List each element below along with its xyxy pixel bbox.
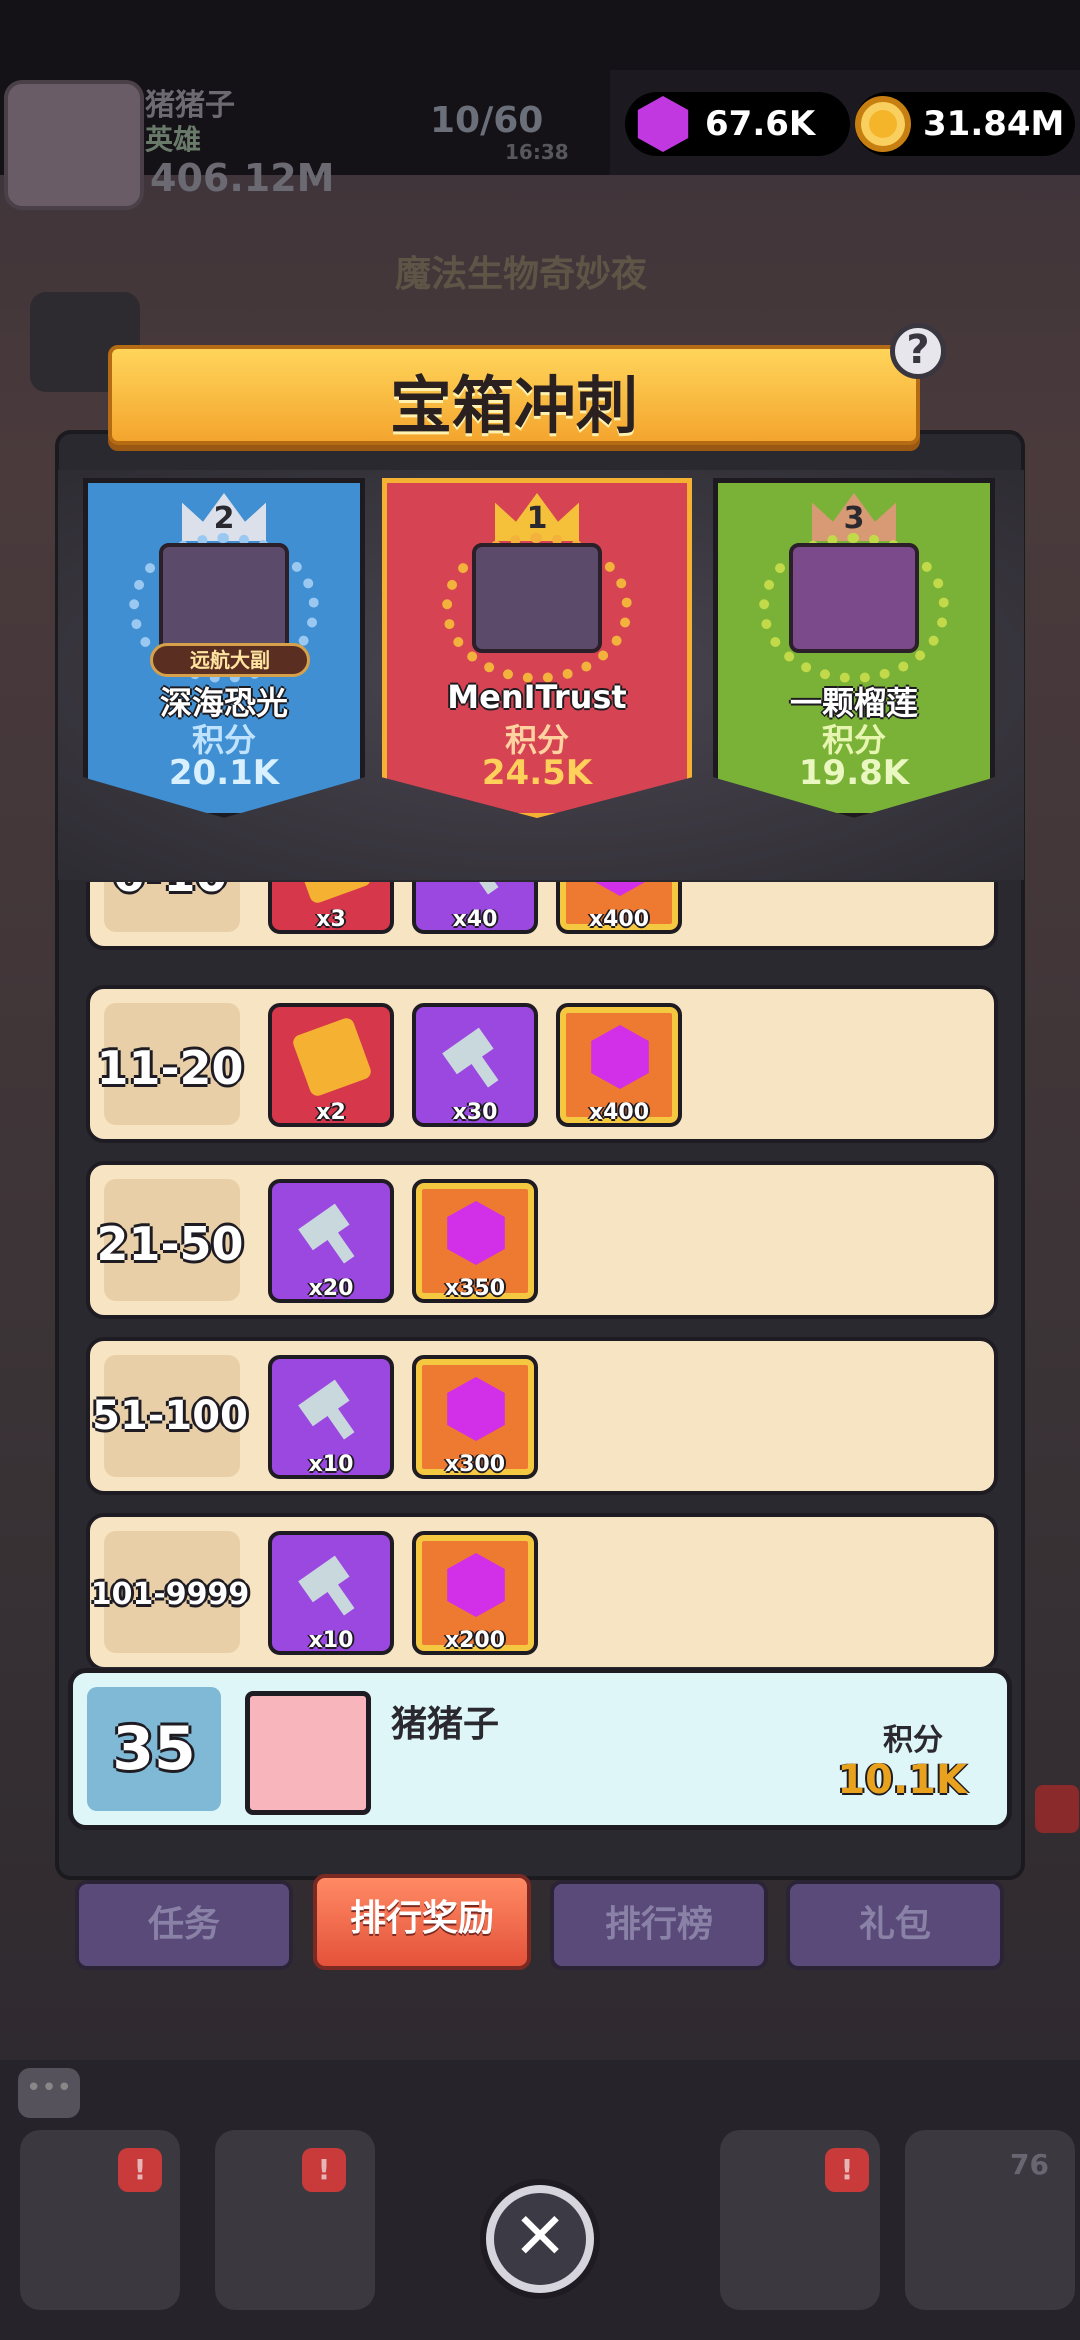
player-role: 英雄 [145, 123, 202, 156]
player-avatar[interactable] [4, 80, 144, 210]
help-button[interactable]: ? [890, 323, 946, 379]
tab-gift-pack[interactable]: 礼包 [786, 1880, 1004, 1970]
player-power: 406.12M [150, 156, 335, 200]
my-avatar [245, 1691, 371, 1815]
event-title: 魔法生物奇妙夜 [395, 254, 648, 295]
helmet-nav-icon[interactable] [215, 2130, 375, 2310]
energy-timer: 16:38 [505, 140, 569, 164]
reward-row: 21-50 x20 x350 [86, 1161, 998, 1319]
my-score: 10.1K [837, 1757, 967, 1803]
item-qty: x400 [588, 907, 650, 932]
reward-item[interactable]: x10 [268, 1531, 394, 1655]
coin-icon [855, 96, 911, 152]
tab-leaderboard[interactable]: 排行榜 [550, 1880, 768, 1970]
coin-counter[interactable]: 31.84M [855, 92, 1075, 156]
podium-name: MenITrust [447, 678, 627, 716]
item-qty: x30 [452, 1100, 498, 1125]
gem-amount: 67.6K [705, 104, 816, 144]
reward-row: 51-100 x10 x300 [86, 1337, 998, 1495]
hammer-icon [287, 1540, 376, 1629]
item-qty: x300 [444, 1452, 506, 1477]
gem-icon [591, 1025, 649, 1089]
reward-row: 6-10 x3 x40 x400 [86, 882, 998, 950]
dialog-title: 宝箱冲刺 [389, 369, 638, 442]
my-name: 猪猪子 [391, 1704, 500, 1745]
chest-nav-icon[interactable] [905, 2130, 1075, 2310]
hammer-icon [287, 1364, 376, 1453]
rank-range: 6-10 [90, 882, 250, 902]
tab-tasks[interactable]: 任务 [75, 1880, 293, 1970]
rank-range: 101-9999 [90, 1577, 250, 1612]
gem-icon [591, 882, 649, 896]
reward-row: 101-9999 x10 x200 [86, 1513, 998, 1667]
rank-range: 21-50 [96, 1217, 244, 1271]
player-portrait [472, 543, 602, 653]
reward-item[interactable]: x300 [412, 1355, 538, 1479]
player-portrait [159, 543, 289, 653]
podium-rank: 2 [213, 501, 235, 536]
item-qty: x350 [444, 1276, 506, 1301]
close-button[interactable]: ✕ [486, 2185, 594, 2293]
item-qty: x40 [452, 907, 498, 932]
alert-badge: ! [302, 2148, 346, 2192]
tab-rank-rewards[interactable]: 排行奖励 [313, 1874, 531, 1970]
podium-rank: 3 [843, 501, 865, 536]
gem-icon [447, 1553, 505, 1617]
energy-count: 10/60 [430, 100, 544, 141]
podium-rank: 1 [526, 501, 548, 536]
podium-score: 24.5K [481, 753, 593, 793]
reward-item[interactable]: x3 [268, 882, 394, 934]
gem-icon [447, 1377, 505, 1441]
reward-item[interactable]: x40 [412, 882, 538, 934]
hammer-icon [431, 882, 520, 909]
ticket-icon [290, 1015, 374, 1099]
reward-item[interactable]: x30 [412, 1003, 538, 1127]
item-qty: x200 [444, 1628, 506, 1653]
my-score-label: 积分 [883, 1723, 943, 1758]
alert-badge: ! [825, 2148, 869, 2192]
podium-second[interactable]: 2 远航大副 深海恐光 积分 20.1K [83, 478, 365, 818]
item-qty: x2 [316, 1100, 346, 1125]
reward-item[interactable]: x350 [412, 1179, 538, 1303]
reward-item[interactable]: x200 [412, 1531, 538, 1655]
rank-range: 51-100 [92, 1393, 248, 1439]
my-rank-number: 35 [87, 1687, 221, 1811]
reward-item[interactable]: x400 [556, 1003, 682, 1127]
item-qty: x10 [308, 1628, 354, 1653]
podium-score: 20.1K [168, 753, 280, 793]
ticket-icon [290, 882, 374, 906]
reward-item[interactable]: x20 [268, 1179, 394, 1303]
reward-item[interactable]: x10 [268, 1355, 394, 1479]
gem-icon [447, 1201, 505, 1265]
reward-item[interactable]: x2 [268, 1003, 394, 1127]
podium-third[interactable]: 3 一颗榴莲 积分 19.8K [713, 478, 995, 818]
title-tag: 远航大副 [150, 643, 310, 677]
hammer-icon [431, 1012, 520, 1101]
hammer-icon [287, 1188, 376, 1277]
chat-button[interactable]: ••• [18, 2068, 80, 2118]
player-portrait [789, 543, 919, 653]
item-qty: x400 [588, 1100, 650, 1125]
level-badge: 76 [1010, 2148, 1049, 2181]
coin-amount: 31.84M [923, 104, 1065, 144]
reward-row: 11-20 x2 x30 x400 [86, 985, 998, 1143]
item-qty: x3 [316, 907, 346, 932]
item-qty: x10 [308, 1452, 354, 1477]
my-rank-bar: 35 猪猪子 积分 10.1K [68, 1668, 1012, 1830]
podium-score: 19.8K [798, 753, 910, 793]
podium-first[interactable]: 1 MenITrust 积分 24.5K [382, 478, 692, 818]
gem-icon [637, 96, 689, 152]
gem-counter[interactable]: 67.6K [625, 92, 850, 156]
rank-range: 11-20 [96, 1041, 244, 1095]
reward-item[interactable]: x400 [556, 882, 682, 934]
reward-list[interactable]: 6-10 x3 x40 x400 11-20 x2 x30 x400 21-50… [58, 882, 1024, 1667]
item-qty: x20 [308, 1276, 354, 1301]
alert-badge: ! [118, 2148, 162, 2192]
side-notice-icon [1035, 1785, 1079, 1833]
